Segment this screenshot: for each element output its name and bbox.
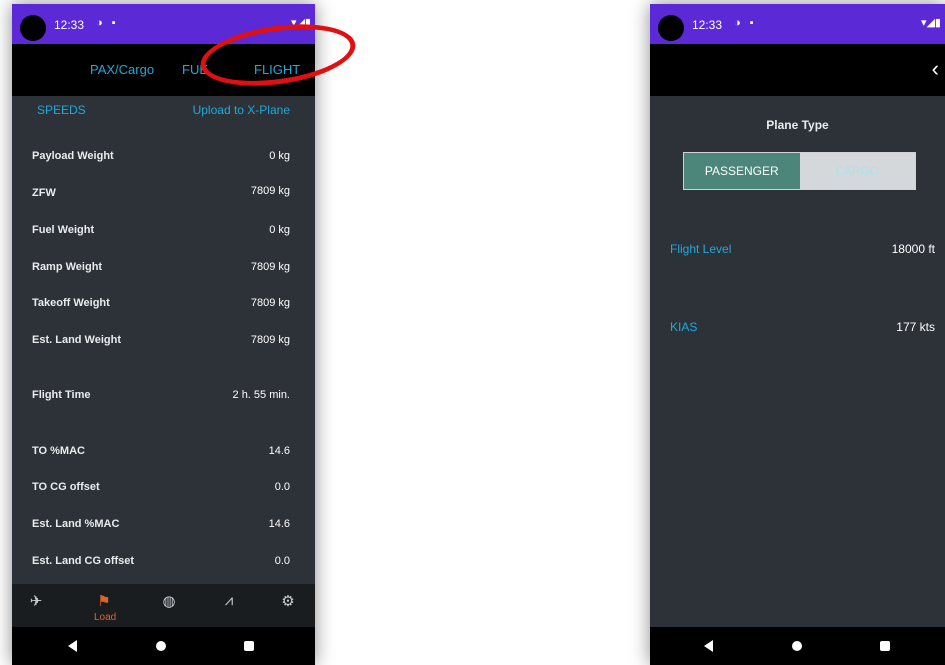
settings-icon[interactable]: ⚙: [274, 592, 302, 610]
row-value-fuel-weight: 0 kg: [269, 224, 290, 236]
notification-icons: ◑ ▪: [96, 17, 119, 29]
plane-type-toggle: PASSENGER CARGO: [683, 152, 916, 190]
system-navigation-bar: [12, 627, 315, 665]
kias-value[interactable]: 177 kts: [896, 320, 935, 334]
status-time: 12:33: [692, 18, 723, 32]
camera-cutout: [20, 15, 46, 41]
right-phone-screen: 12:33 ◑ ▪ ▾◢▮ ‹ Plane Type PASSENGER CAR…: [650, 4, 945, 665]
left-phone-screen: 12:33 ◑ ▪ ▾◢▮ PAX/Cargo FUE FLIGHT SPEED…: [12, 4, 315, 665]
row-label-ramp-weight: Ramp Weight: [32, 261, 103, 273]
row-value-ramp-weight: 7809 kg: [250, 261, 290, 273]
chart-icon[interactable]: ⩘: [215, 592, 243, 609]
row-label-zfw: ZFW: [32, 187, 56, 199]
status-time: 12:33: [54, 18, 85, 32]
row-label-est-land-cg-offset: Est. Land CG offset: [32, 555, 135, 567]
recents-nav-icon[interactable]: [244, 641, 254, 651]
screenshot-canvas: 12:33 ◑ ▪ ▾◢▮ PAX/Cargo FUE FLIGHT SPEED…: [0, 0, 945, 665]
row-value-to-mac: 14.6: [268, 445, 290, 457]
signal-battery-icons: ▾◢▮: [920, 17, 941, 29]
row-label-est-land-weight: Est. Land Weight: [32, 334, 122, 346]
cargo-option[interactable]: CARGO: [799, 153, 915, 189]
row-label-payload-weight: Payload Weight: [32, 150, 114, 162]
speeds-link[interactable]: SPEEDS: [37, 103, 86, 117]
row-value-est-land-mac: 14.6: [268, 518, 290, 530]
flight-level-label: Flight Level: [670, 242, 732, 256]
status-bar: 12:33 ◑ ▪ ▾◢▮: [650, 4, 945, 44]
system-navigation-bar: [650, 627, 945, 665]
home-nav-icon[interactable]: [156, 641, 166, 651]
flight-level-value[interactable]: 18000 ft: [892, 242, 935, 256]
row-label-flight-time: Flight Time: [32, 389, 91, 401]
bottom-navigation: ✈ ⚑ Load ◍ ⩘ ⚙: [12, 584, 315, 627]
row-value-zfw: 7809 kg: [250, 185, 290, 197]
row-value-to-cg-offset: 0.0: [274, 481, 290, 493]
back-arrow-icon[interactable]: ‹: [932, 56, 939, 82]
row-value-est-land-weight: 7809 kg: [250, 334, 290, 346]
row-value-est-land-cg-offset: 0.0: [274, 555, 290, 567]
passenger-option[interactable]: PASSENGER: [684, 153, 800, 189]
row-value-flight-time: 2 h. 55 min.: [232, 389, 290, 401]
row-label-to-cg-offset: TO CG offset: [32, 481, 100, 493]
app-toolbar: [650, 44, 945, 96]
airport-icon[interactable]: ✈: [22, 592, 50, 610]
row-label-est-land-mac: Est. Land %MAC: [32, 518, 120, 530]
row-value-payload-weight: 0 kg: [269, 150, 290, 162]
back-nav-icon[interactable]: [68, 640, 77, 652]
globe-icon[interactable]: ◍: [155, 592, 183, 610]
notification-icons: ◑ ▪: [734, 17, 757, 29]
row-value-takeoff-weight: 7809 kg: [250, 297, 290, 309]
load-icon[interactable]: ⚑: [90, 592, 118, 610]
load-nav-label[interactable]: Load: [94, 612, 116, 623]
row-label-to-mac: TO %MAC: [32, 445, 85, 457]
row-label-fuel-weight: Fuel Weight: [32, 224, 95, 236]
row-label-takeoff-weight: Takeoff Weight: [32, 297, 110, 309]
home-nav-icon[interactable]: [792, 641, 802, 651]
back-nav-icon[interactable]: [704, 640, 713, 652]
recents-nav-icon[interactable]: [880, 641, 890, 651]
tab-pax-cargo[interactable]: PAX/Cargo: [90, 62, 154, 77]
camera-cutout: [658, 15, 684, 41]
upload-to-xplane-link[interactable]: Upload to X-Plane: [193, 103, 290, 117]
kias-label: KIAS: [670, 320, 698, 334]
plane-type-title: Plane Type: [766, 118, 829, 132]
